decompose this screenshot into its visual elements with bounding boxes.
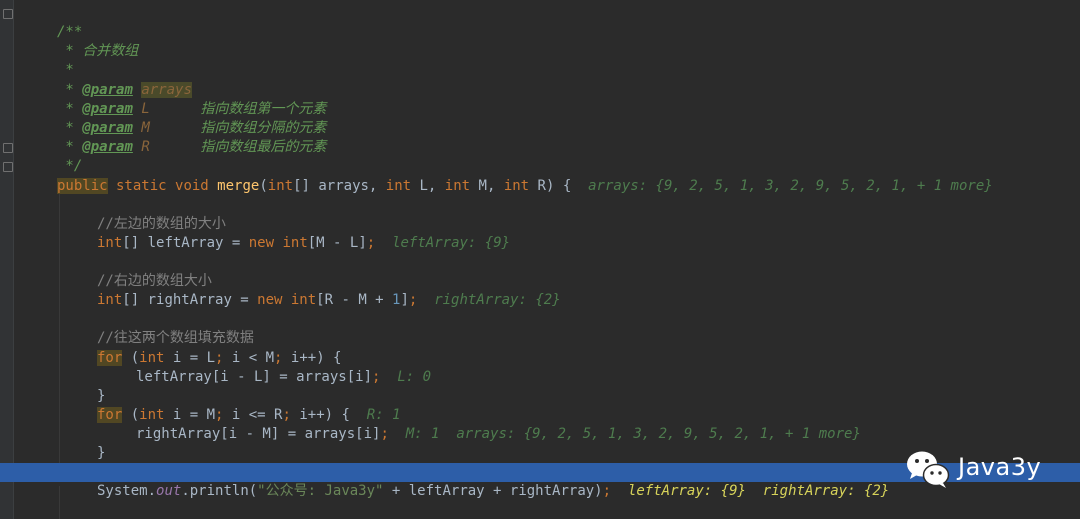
code-line[interactable]: * 合并数组 <box>0 23 1080 59</box>
watermark-text: Java3y <box>958 453 1042 481</box>
code-line[interactable]: * @param L 指向数组第一个元素 <box>0 81 1080 117</box>
debug-inline-value: leftArray: {9} <box>627 483 746 499</box>
debug-inline-value: arrays: {9, 2, 5, 1, 3, 2, 9, 5, 2, 1, +… <box>588 178 993 194</box>
code-line[interactable]: for (int i = M; i <= R; i++) { R: 1 <box>0 387 1080 423</box>
string-literal: "公众号: Java3y" <box>257 483 384 499</box>
code-line[interactable]: //往这两个数组填充数据 <box>0 310 1080 346</box>
code-line[interactable]: * @param M 指向数组分隔的元素 <box>0 100 1080 136</box>
method-name: merge <box>217 178 260 194</box>
code-line[interactable]: int[] rightArray = new int[R - M + 1]; r… <box>0 272 1080 308</box>
debug-inline-value: leftArray: {9} <box>392 235 511 251</box>
debug-inline-value: rightArray: {2} <box>762 483 890 499</box>
code-line[interactable]: //右边的数组大小 <box>0 253 1080 289</box>
keyword-void: void <box>175 178 209 194</box>
code-line[interactable]: //左边的数组的大小 <box>0 196 1080 232</box>
code-line[interactable]: } <box>0 425 1080 461</box>
debug-inline-value: rightArray: {2} <box>434 292 561 308</box>
wechat-icon <box>907 451 950 488</box>
code-line[interactable]: rightArray[i - M] = arrays[i]; M: 1 arra… <box>0 406 1080 442</box>
code-line[interactable]: } <box>0 368 1080 404</box>
code-line[interactable]: int[] leftArray = new int[M - L]; leftAr… <box>0 215 1080 251</box>
watermark: Java3y <box>904 447 1074 491</box>
code-line-method-signature[interactable]: public static void merge(int[] arrays, i… <box>0 158 1080 194</box>
code-line[interactable]: /** <box>0 4 1080 40</box>
code-line[interactable]: */ <box>0 138 1080 174</box>
keyword-public: public <box>57 178 108 194</box>
code-line[interactable]: * <box>0 42 1080 78</box>
code-line[interactable]: leftArray[i - L] = arrays[i]; L: 0 <box>0 349 1080 385</box>
code-line[interactable]: * @param arrays <box>0 62 1080 98</box>
static-field: out <box>156 483 182 499</box>
indent-guide <box>59 486 60 519</box>
code-line[interactable]: for (int i = L; i < M; i++) { <box>0 330 1080 366</box>
keyword-static: static <box>107 178 176 194</box>
code-line[interactable]: * @param R 指向数组最后的元素 <box>0 119 1080 155</box>
